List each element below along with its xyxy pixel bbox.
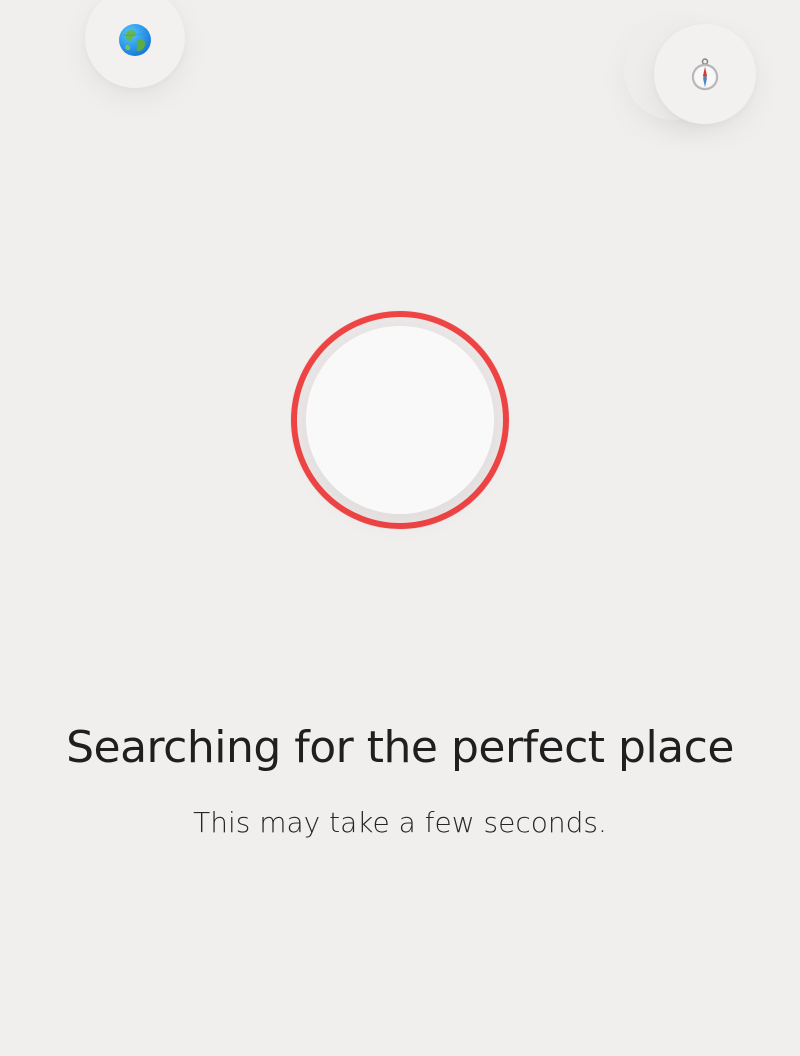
globe-bubble — [85, 0, 185, 88]
compass-bubble — [654, 24, 756, 124]
spinner-center — [306, 326, 494, 514]
loading-screen: Searching for the perfect place This may… — [0, 0, 800, 1056]
loading-spinner — [290, 310, 510, 530]
loading-subtitle: This may take a few seconds. — [193, 806, 607, 839]
loading-title: Searching for the perfect place — [66, 722, 734, 773]
globe-icon — [119, 24, 151, 56]
compass-icon — [691, 58, 719, 91]
